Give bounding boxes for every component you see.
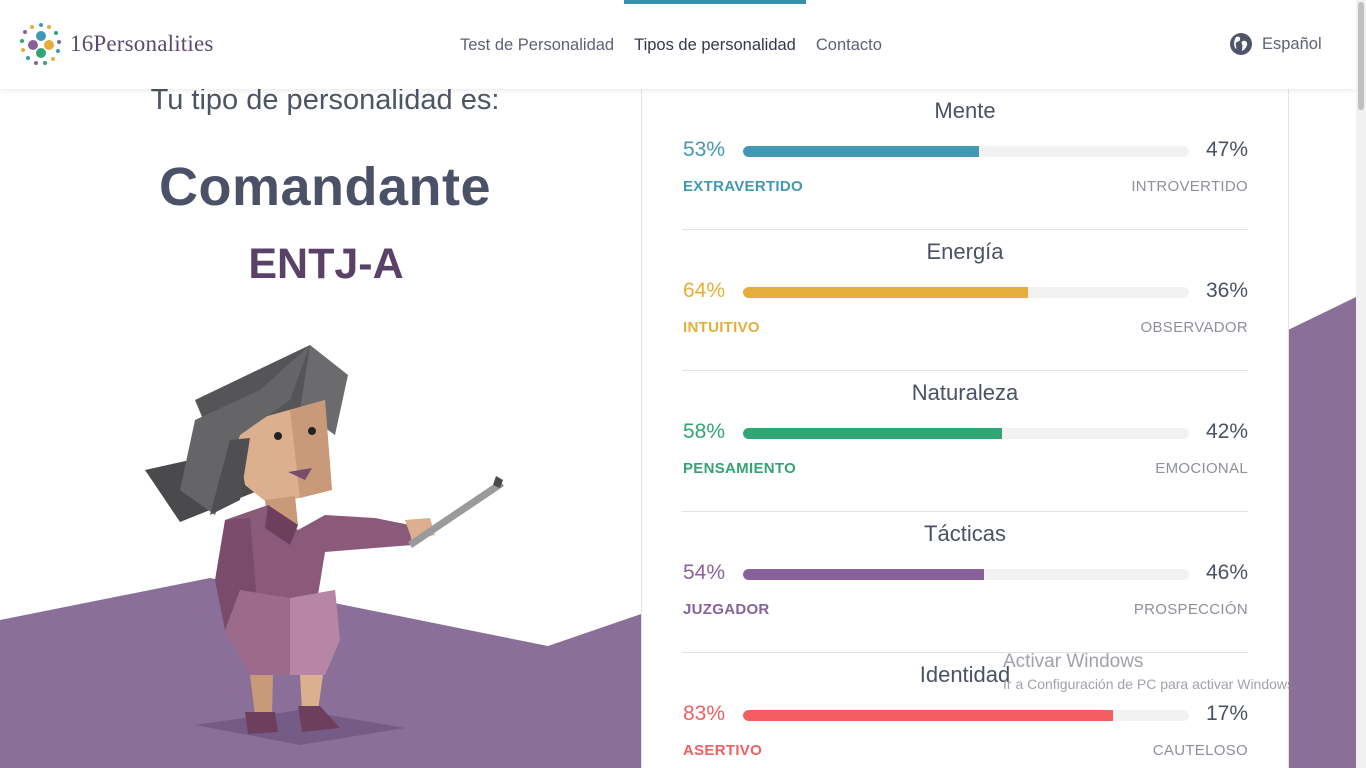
traits-card: Mente 53% 47% EXTRAVERTIDO INTROVERTIDO … [641,89,1289,768]
main-nav: Test de Personalidad Tipos de personalid… [450,0,892,89]
personality-type-code: ENTJ-A [248,240,404,288]
trait-mind: Mente 53% 47% EXTRAVERTIDO INTROVERTIDO [682,89,1248,230]
trait-right-percent: 47% [1205,138,1248,161]
trait-bar [743,287,1189,298]
nav-item-types[interactable]: Tipos de personalidad [624,0,806,89]
trait-bar-fill [743,710,1114,721]
trait-left-percent: 83% [683,702,726,725]
trait-nature: Naturaleza 58% 42% PENSAMIENTO EMOCIONAL [682,371,1248,512]
trait-energy: Energía 64% 36% INTUITIVO OBSERVADOR [682,230,1248,371]
trait-bar [743,569,1189,580]
trait-right-label: PROSPECCIÓN [1133,601,1248,618]
scrollbar-thumb[interactable] [1358,2,1364,110]
trait-left-label: EXTRAVERTIDO [683,178,803,195]
nav-item-contact[interactable]: Contacto [806,0,892,89]
trait-identity: Identidad 83% 17% ASERTIVO CAUTELOSO [682,653,1248,768]
trait-right-label: INTROVERTIDO [1131,178,1248,195]
nav-item-test[interactable]: Test de Personalidad [450,0,624,89]
language-label: Español [1262,34,1322,53]
scrollbar[interactable] [1356,0,1366,768]
trait-left-percent: 64% [683,279,726,302]
trait-left-label: PENSAMIENTO [683,460,797,477]
logo-text: 16Personalities [70,31,214,56]
trait-bar [743,710,1189,721]
globe-icon [1230,33,1252,55]
trait-left-percent: 54% [683,561,726,584]
trait-title: Identidad [919,662,1011,687]
trait-left-label: ASERTIVO [683,742,763,759]
trait-right-percent: 36% [1205,279,1248,302]
trait-left-percent: 58% [683,420,726,443]
trait-title: Mente [934,98,996,123]
trait-left-label: JUZGADOR [683,601,770,618]
trait-title: Energía [926,239,1004,264]
personality-type-name: Comandante [158,157,492,217]
trait-right-percent: 42% [1205,420,1248,443]
site-logo[interactable]: 16Personalities [18,21,214,67]
trait-right-label: EMOCIONAL [1155,460,1248,477]
trait-bar-fill [743,428,1002,439]
trait-bar-fill [743,146,980,157]
trait-right-percent: 46% [1205,561,1248,584]
trait-right-label: OBSERVADOR [1140,319,1248,336]
commander-illustration [145,345,504,745]
trait-left-percent: 53% [683,138,726,161]
trait-tactics: Tácticas 54% 46% JUZGADOR PROSPECCIÓN [682,512,1248,653]
trait-left-label: INTUITIVO [683,319,760,336]
trait-bar-fill [743,287,1029,298]
logo-dots-icon [20,23,61,65]
trait-right-percent: 17% [1205,702,1248,725]
trait-title: Naturaleza [911,380,1019,405]
trait-right-label: CAUTELOSO [1152,742,1248,759]
trait-bar-fill [743,569,984,580]
trait-title: Tácticas [924,521,1006,546]
trait-bar [743,146,1189,157]
right-background-shape [1288,297,1356,768]
trait-bar [743,428,1189,439]
site-header: 16Personalities Test de Personalidad Tip… [0,0,1356,89]
language-selector[interactable]: Español [1229,32,1322,56]
